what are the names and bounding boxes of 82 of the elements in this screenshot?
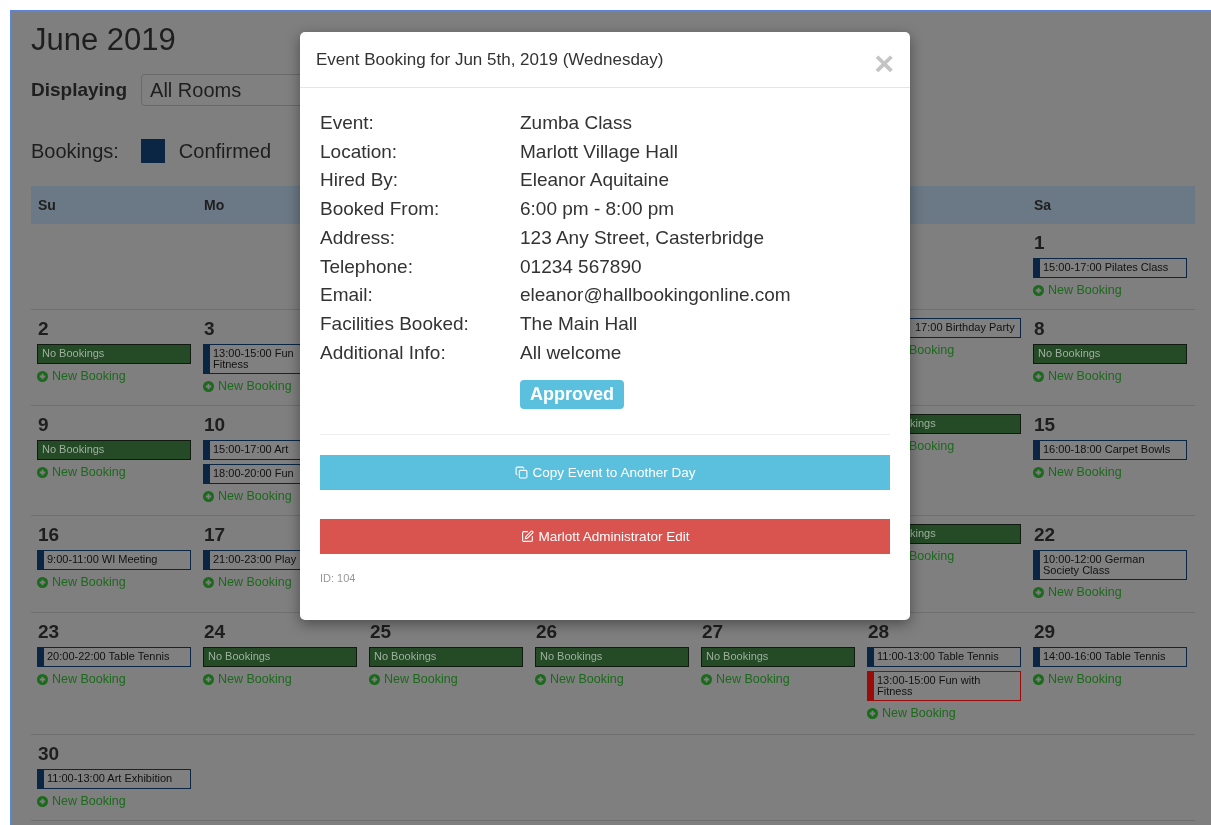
- booking-bar[interactable]: 16:00-18:00 Carpet Bowls: [1033, 440, 1187, 460]
- field-label: Hired By:: [320, 168, 400, 193]
- status-badge: Approved: [520, 380, 624, 410]
- plus-circle-icon: [369, 673, 380, 685]
- date-number: 15: [1033, 414, 1056, 436]
- plus-circle-icon: [37, 576, 48, 588]
- date-number: 28: [867, 621, 890, 643]
- plus-circle-icon: [37, 673, 48, 685]
- field-label: Booked From:: [320, 197, 441, 221]
- date-number: 26: [535, 621, 558, 643]
- plus-circle-icon: [37, 795, 48, 807]
- no-bookings-bar[interactable]: No Bookings: [1033, 344, 1187, 364]
- weekday-label: Su: [37, 197, 56, 213]
- no-bookings-bar[interactable]: No Bookings: [37, 440, 191, 460]
- date-number: 27: [701, 621, 724, 643]
- date-number: 8: [1033, 318, 1045, 340]
- weekday-label: Mo: [203, 197, 225, 213]
- field-value: All welcome: [520, 340, 623, 365]
- weekday-label: Sa: [1033, 197, 1052, 213]
- no-bookings-bar[interactable]: No Bookings: [203, 647, 357, 667]
- field-label: Facilities Booked:: [320, 311, 470, 336]
- field-value: Eleanor Aquitaine: [520, 168, 670, 193]
- field-label: Address:: [320, 225, 396, 250]
- month-title: June 2019: [31, 22, 176, 59]
- field-label: Event:: [320, 111, 375, 135]
- plus-circle-icon: [1033, 284, 1044, 296]
- booking-bar[interactable]: 20:00-22:00 Table Tennis: [37, 647, 191, 667]
- field-value: Marlott Village Hall: [520, 139, 680, 164]
- date-number: 3: [203, 318, 215, 340]
- no-bookings-bar[interactable]: No Bookings: [701, 647, 855, 667]
- copy-icon: [514, 466, 528, 480]
- field-label: Email:: [320, 283, 374, 307]
- date-number: 10: [203, 414, 226, 436]
- date-number: 16: [37, 524, 60, 546]
- plus-circle-icon: [37, 370, 48, 382]
- date-number: 17: [203, 524, 226, 546]
- field-value: eleanor@hallbookingonline.com: [520, 283, 792, 307]
- field-value: Zumba Class: [520, 111, 633, 135]
- plus-circle-icon: [37, 466, 48, 478]
- event-id: ID: 104: [320, 572, 357, 585]
- no-bookings-bar[interactable]: No Bookings: [369, 647, 523, 667]
- plus-circle-icon: [701, 673, 712, 685]
- booking-bar[interactable]: 14:00-16:00 Table Tennis: [1033, 647, 1187, 667]
- plus-circle-icon: [1033, 466, 1044, 478]
- date-number: 9: [37, 414, 49, 436]
- field-label: Location:: [320, 139, 399, 164]
- plus-circle-icon: [535, 673, 546, 685]
- edit-button[interactable]: Marlott Administrator Edit: [320, 519, 890, 555]
- field-value: 01234 567890: [520, 254, 643, 279]
- booking-bar[interactable]: 11:00-13:00 Art Exhibition: [37, 769, 191, 789]
- date-number: 2: [37, 318, 49, 340]
- date-number: 29: [1033, 621, 1056, 643]
- plus-circle-icon: [203, 673, 214, 685]
- date-number: 1: [1033, 232, 1045, 254]
- plus-circle-icon: [867, 707, 878, 719]
- dialog-title: Event Booking for Jun 5th, 2019 (Wednesday): [316, 50, 664, 70]
- field-value: 123 Any Street, Casterbridge: [520, 225, 765, 250]
- plus-circle-icon: [1033, 673, 1044, 685]
- date-number: 24: [203, 621, 226, 643]
- date-number: 30: [37, 743, 60, 765]
- booking-bar[interactable]: 13:00-15:00 Fun with Fitness: [867, 671, 1021, 701]
- legend-label: Bookings:: [31, 139, 119, 163]
- booking-bar[interactable]: 15:00-17:00 Pilates Class: [1033, 258, 1187, 278]
- legend-text: Confirmed: [178, 139, 272, 163]
- date-number: 25: [369, 621, 392, 643]
- field-value: 6:00 pm - 8:00 pm: [520, 197, 676, 221]
- booking-bar[interactable]: 10:00-12:00 German Society Class: [1033, 550, 1187, 580]
- no-bookings-bar[interactable]: No Bookings: [535, 647, 689, 667]
- field-value: The Main Hall: [520, 311, 639, 336]
- field-label: Telephone:: [320, 254, 414, 279]
- plus-circle-icon: [203, 576, 214, 588]
- filter-label: Displaying: [31, 79, 128, 101]
- booking-bar[interactable]: 9:00-11:00 WI Meeting: [37, 550, 191, 570]
- no-bookings-bar[interactable]: No Bookings: [37, 344, 191, 364]
- booking-bar[interactable]: 11:00-13:00 Table Tennis: [867, 647, 1021, 667]
- date-number: 22: [1033, 524, 1056, 546]
- plus-circle-icon: [1033, 370, 1044, 382]
- date-number: 23: [37, 621, 60, 643]
- edit-icon: [520, 530, 534, 544]
- plus-circle-icon: [1033, 586, 1044, 598]
- plus-circle-icon: [203, 380, 214, 392]
- plus-circle-icon: [203, 490, 214, 502]
